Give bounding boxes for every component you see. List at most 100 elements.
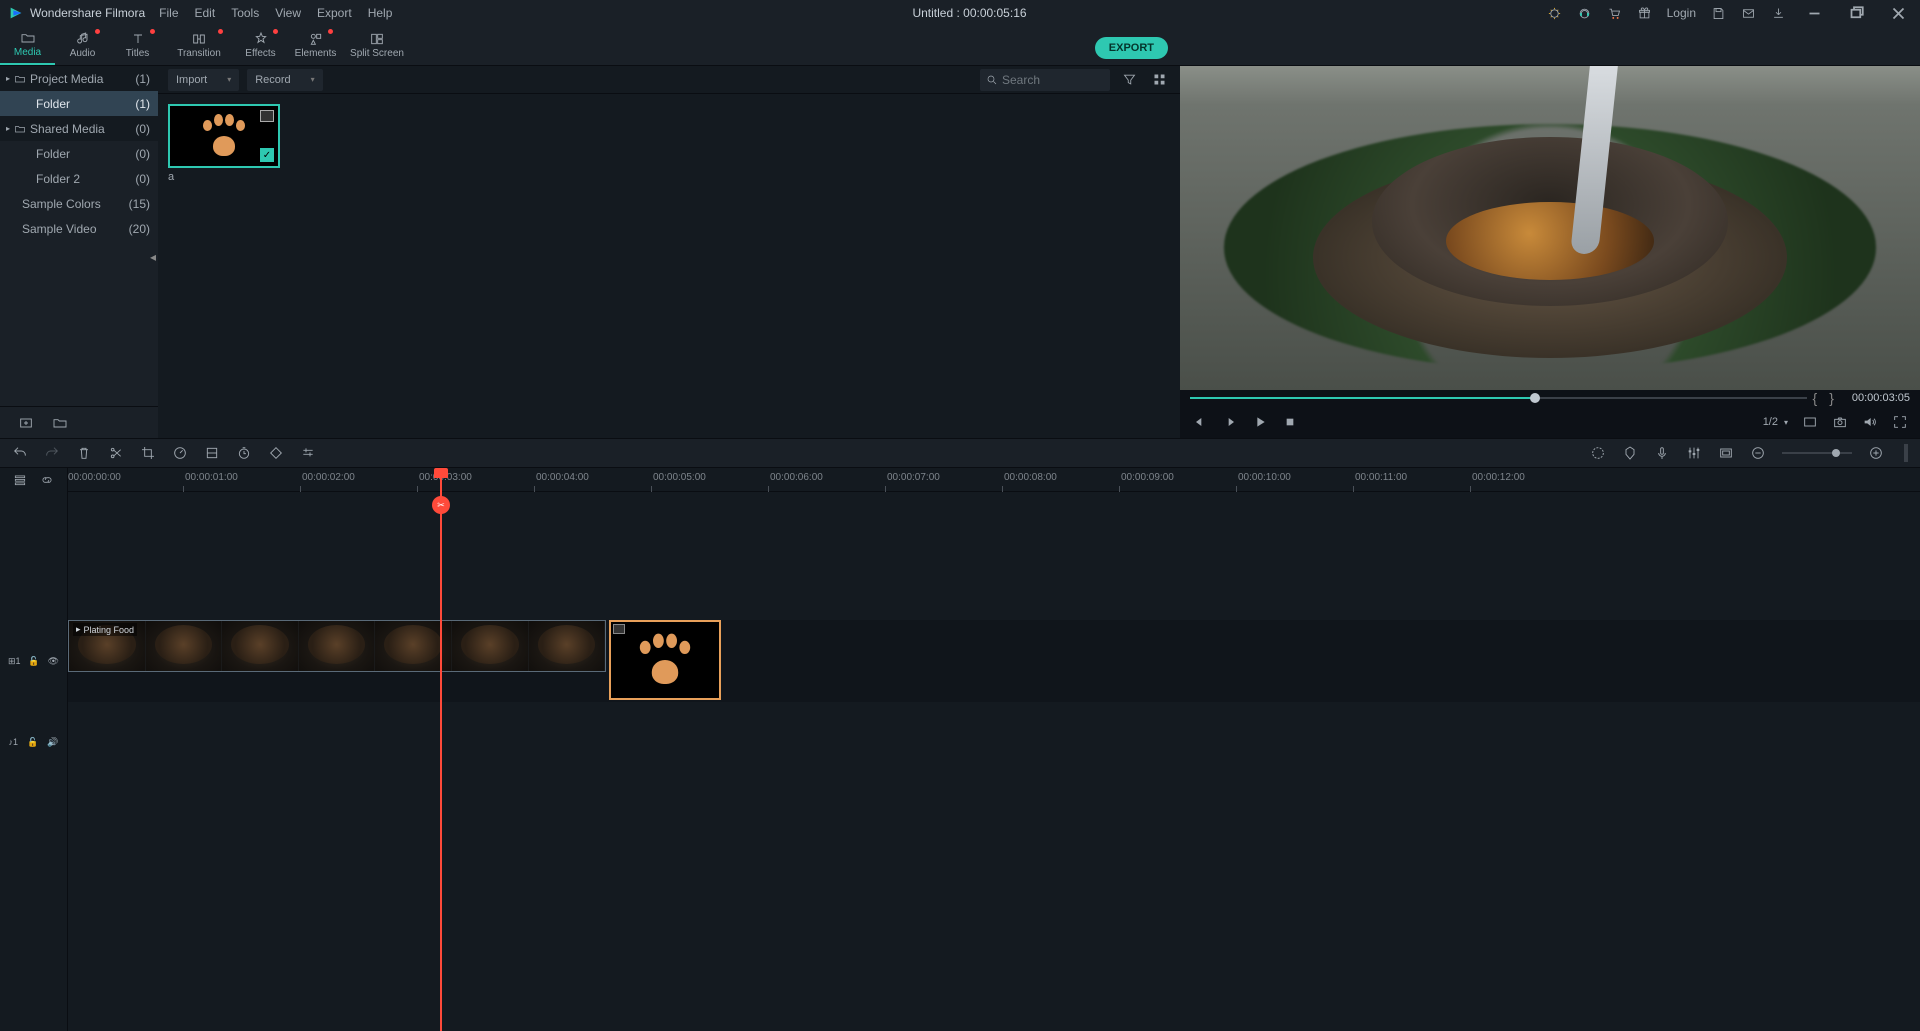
- mark-in-icon[interactable]: {: [1807, 390, 1824, 406]
- menu-edit[interactable]: Edit: [195, 6, 216, 20]
- window-close[interactable]: [1884, 0, 1912, 26]
- audio-track-header[interactable]: ♪1 🔓 🔊: [0, 730, 67, 754]
- tab-effects[interactable]: Effects: [233, 25, 288, 65]
- tab-media[interactable]: Media: [0, 25, 55, 65]
- next-frame-icon[interactable]: [1222, 414, 1238, 430]
- support-icon[interactable]: [1577, 5, 1593, 21]
- timeline-toolbar: [0, 438, 1920, 468]
- lock-icon[interactable]: 🔓: [28, 656, 39, 667]
- view-grid-icon[interactable]: [1148, 69, 1170, 91]
- playhead[interactable]: [440, 468, 442, 1031]
- tab-label: Elements: [295, 48, 337, 59]
- ruler-tick: 00:00:04:00: [536, 472, 589, 483]
- preview-pane: { } 00:00:03:05 1/2▾: [1180, 66, 1920, 438]
- mute-icon[interactable]: 🔊: [47, 737, 58, 748]
- new-bin-icon[interactable]: [18, 415, 34, 431]
- menu-export[interactable]: Export: [317, 6, 352, 20]
- export-button[interactable]: EXPORT: [1095, 37, 1168, 59]
- menu-view[interactable]: View: [275, 6, 301, 20]
- video-track-header[interactable]: ⊞1 🔓 👁: [0, 620, 67, 702]
- redo-icon[interactable]: [44, 445, 60, 461]
- window-minimize[interactable]: [1800, 0, 1828, 26]
- record-dropdown[interactable]: Record▾: [247, 69, 322, 91]
- link-icon[interactable]: [39, 472, 55, 488]
- menu-file[interactable]: File: [159, 6, 178, 20]
- track-headers: ⊞1 🔓 👁 ♪1 🔓 🔊: [0, 468, 68, 1031]
- sidebar-item-folder-3[interactable]: Folder(0): [0, 141, 158, 166]
- library-toolbar: Import▾ Record▾ Search: [158, 66, 1180, 94]
- preview-controls: 1/2▾: [1180, 406, 1920, 438]
- marker-icon[interactable]: [1622, 445, 1638, 461]
- preview-video[interactable]: [1180, 66, 1920, 390]
- tab-audio[interactable]: Audio: [55, 25, 110, 65]
- tab-titles[interactable]: Titles: [110, 25, 165, 65]
- ruler-tick: 00:00:08:00: [1004, 472, 1057, 483]
- search-input[interactable]: Search: [980, 69, 1110, 91]
- mail-icon[interactable]: [1740, 5, 1756, 21]
- menu-tools[interactable]: Tools: [231, 6, 259, 20]
- keyframe-icon[interactable]: [268, 445, 284, 461]
- duration-icon[interactable]: [236, 445, 252, 461]
- mixer-icon[interactable]: [1686, 445, 1702, 461]
- manage-tracks-icon[interactable]: [12, 472, 28, 488]
- lock-icon[interactable]: 🔓: [27, 737, 38, 748]
- adjust-icon[interactable]: [300, 445, 316, 461]
- undo-icon[interactable]: [12, 445, 28, 461]
- gift-icon[interactable]: [1637, 5, 1653, 21]
- save-icon[interactable]: [1710, 5, 1726, 21]
- sidebar-collapse[interactable]: ◂: [148, 248, 158, 266]
- app-name: Wondershare Filmora: [30, 6, 145, 20]
- freeze-icon[interactable]: [204, 445, 220, 461]
- render-icon[interactable]: [1590, 445, 1606, 461]
- window-restore[interactable]: [1842, 0, 1870, 26]
- new-folder-icon[interactable]: [52, 415, 68, 431]
- tips-icon[interactable]: [1547, 5, 1563, 21]
- speed-icon[interactable]: [172, 445, 188, 461]
- app-logo-icon: [8, 5, 24, 21]
- fullscreen-icon[interactable]: [1892, 414, 1908, 430]
- delete-icon[interactable]: [76, 445, 92, 461]
- filter-icon[interactable]: [1118, 69, 1140, 91]
- sidebar-item-shared-media-2[interactable]: ▸Shared Media(0): [0, 116, 158, 141]
- time-ruler[interactable]: 00:00:00:0000:00:01:0000:00:02:0000:00:0…: [68, 468, 1920, 492]
- menu-help[interactable]: Help: [368, 6, 393, 20]
- scissors-icon[interactable]: [432, 496, 450, 514]
- sidebar-item-project-media-0[interactable]: ▸Project Media(1): [0, 66, 158, 91]
- safe-zone-icon[interactable]: [1718, 445, 1734, 461]
- stop-icon[interactable]: [1282, 414, 1298, 430]
- tab-elements[interactable]: Elements: [288, 25, 343, 65]
- tab-transition[interactable]: Transition: [165, 25, 233, 65]
- preview-zoom[interactable]: 1/2▾: [1763, 416, 1788, 428]
- mark-out-icon[interactable]: }: [1823, 390, 1840, 406]
- media-thumb-a[interactable]: ✓a: [168, 104, 280, 183]
- zoom-in-icon[interactable]: [1868, 445, 1884, 461]
- crop-icon[interactable]: [140, 445, 156, 461]
- ruler-tick: 00:00:10:00: [1238, 472, 1291, 483]
- split-icon[interactable]: [108, 445, 124, 461]
- timeline-body[interactable]: 00:00:00:0000:00:01:0000:00:02:0000:00:0…: [68, 468, 1920, 1031]
- quality-icon[interactable]: [1802, 414, 1818, 430]
- ruler-tick: 00:00:11:00: [1355, 472, 1407, 483]
- play-icon[interactable]: [1252, 414, 1268, 430]
- prev-frame-icon[interactable]: [1192, 414, 1208, 430]
- voiceover-icon[interactable]: [1654, 445, 1670, 461]
- clip-paw-image[interactable]: [609, 620, 721, 700]
- sidebar-item-sample-video-6[interactable]: Sample Video(20): [0, 216, 158, 241]
- sidebar-item-folder-1[interactable]: Folder(1): [0, 91, 158, 116]
- zoom-slider[interactable]: [1782, 452, 1852, 454]
- clip-plating-food[interactable]: ▸Plating Food: [68, 620, 606, 672]
- sidebar-item-folder-2-4[interactable]: Folder 2(0): [0, 166, 158, 191]
- clip-label: Plating Food: [84, 625, 135, 635]
- video-track[interactable]: ▸Plating Food: [68, 620, 1920, 702]
- login-button[interactable]: Login: [1667, 6, 1696, 20]
- cart-icon[interactable]: [1607, 5, 1623, 21]
- volume-icon[interactable]: [1862, 414, 1878, 430]
- tab-split-screen[interactable]: Split Screen: [343, 25, 411, 65]
- visibility-icon[interactable]: 👁: [48, 656, 59, 667]
- preview-progress[interactable]: { } 00:00:03:05: [1180, 390, 1920, 406]
- import-dropdown[interactable]: Import▾: [168, 69, 239, 91]
- snapshot-icon[interactable]: [1832, 414, 1848, 430]
- zoom-out-icon[interactable]: [1750, 445, 1766, 461]
- download-icon[interactable]: [1770, 5, 1786, 21]
- sidebar-item-sample-colors-5[interactable]: Sample Colors(15): [0, 191, 158, 216]
